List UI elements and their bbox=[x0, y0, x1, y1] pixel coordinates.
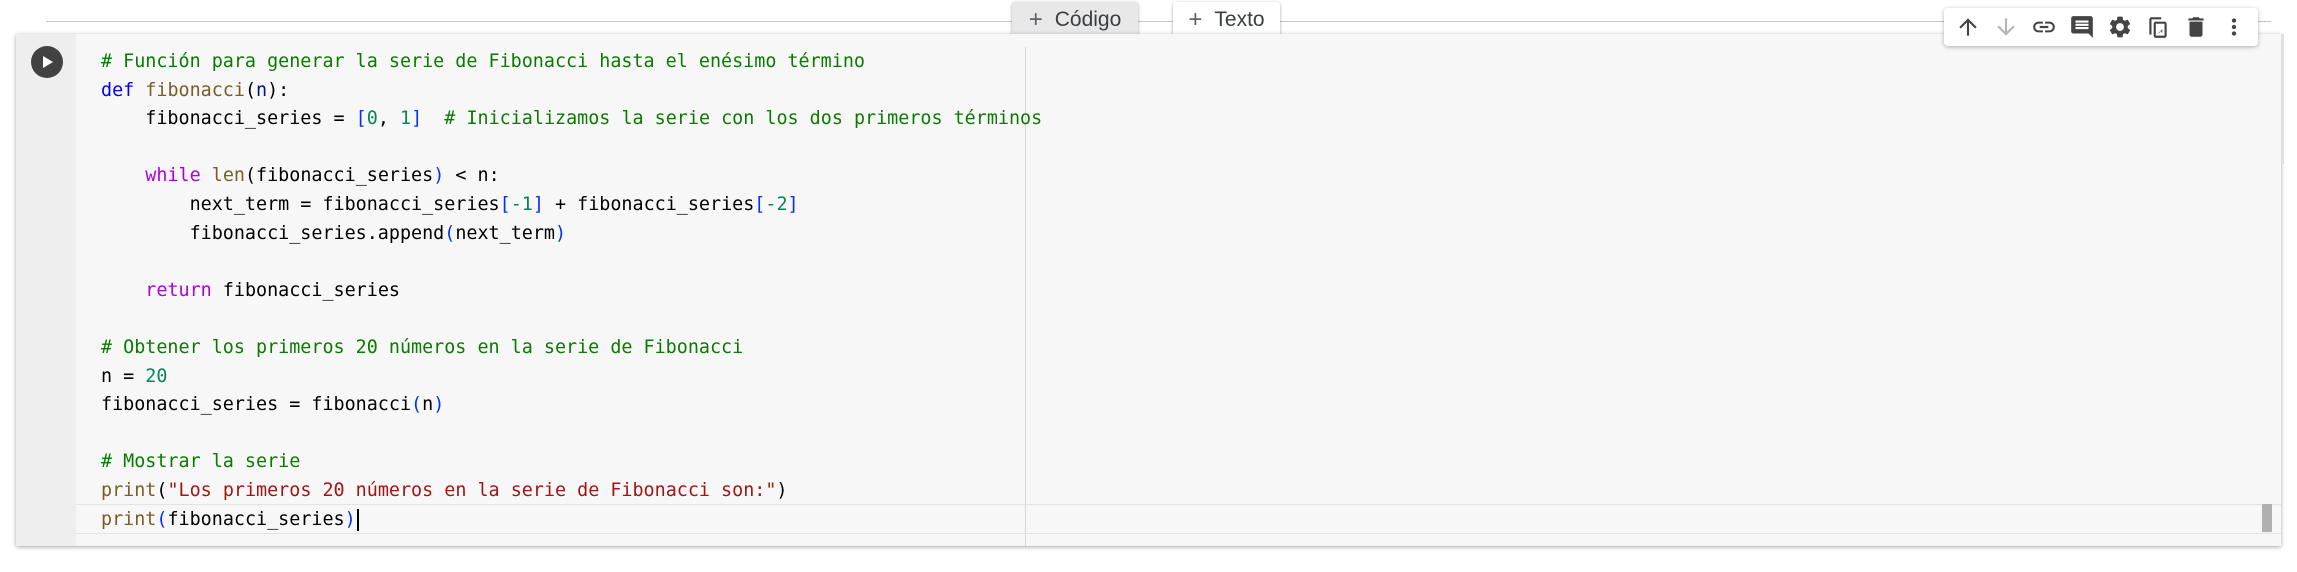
add-text-label: Texto bbox=[1214, 8, 1265, 31]
cell-toolbar bbox=[1944, 8, 2258, 46]
code-line[interactable]: fibonacci_series = [0, 1] # Inicializamo… bbox=[101, 105, 1042, 134]
code-token: n bbox=[422, 394, 434, 416]
code-line[interactable]: fibonacci_series.append(next_term) bbox=[101, 220, 1042, 249]
code-line[interactable]: fibonacci_series = fibonacci(n) bbox=[101, 391, 1042, 420]
code-token: # Mostrar la serie bbox=[101, 451, 301, 473]
arrow-down-icon bbox=[1997, 18, 2015, 36]
arrow-up-icon bbox=[1959, 18, 1977, 36]
code-token: ( bbox=[444, 222, 456, 244]
code-token: print bbox=[101, 479, 157, 501]
code-line[interactable]: # Mostrar la serie bbox=[101, 448, 1042, 477]
code-token: return bbox=[145, 279, 212, 301]
code-token: 20 bbox=[145, 365, 168, 387]
mirror-cell-icon bbox=[2149, 17, 2167, 38]
code-token: ( bbox=[411, 394, 423, 416]
code-token: ] bbox=[411, 108, 423, 130]
code-token: next_term = fibonacci_series bbox=[101, 193, 500, 215]
cell-settings-button[interactable] bbox=[2106, 13, 2134, 41]
cell-divider bbox=[46, 21, 2271, 22]
code-token: len bbox=[211, 165, 245, 187]
code-token: < n: bbox=[444, 165, 500, 187]
code-token: ] bbox=[787, 193, 799, 215]
play-icon bbox=[43, 56, 53, 68]
code-token: fibonacci_series bbox=[211, 279, 400, 301]
move-cell-up-button[interactable] bbox=[1954, 13, 1982, 41]
code-token: [ bbox=[355, 108, 367, 130]
comment-icon bbox=[2071, 16, 2093, 38]
code-line[interactable]: while len(fibonacci_series) < n: bbox=[101, 162, 1042, 191]
vertical-scrollbar[interactable] bbox=[2281, 34, 2284, 164]
code-text[interactable]: # Función para generar la serie de Fibon… bbox=[101, 48, 1042, 534]
code-token: fibonacci_series.append bbox=[101, 222, 445, 244]
code-token: while bbox=[145, 165, 201, 187]
code-line[interactable] bbox=[101, 134, 1042, 163]
code-token: "Los primeros 20 números en la serie de … bbox=[167, 479, 777, 501]
code-token: ) bbox=[433, 165, 445, 187]
code-token: ( bbox=[156, 479, 168, 501]
code-line[interactable]: return fibonacci_series bbox=[101, 277, 1042, 306]
code-line[interactable] bbox=[101, 305, 1042, 334]
code-line[interactable]: next_term = fibonacci_series[-1] + fibon… bbox=[101, 191, 1042, 220]
code-line[interactable] bbox=[101, 420, 1042, 449]
run-cell-button[interactable] bbox=[31, 46, 63, 78]
code-token: # Función para generar la serie de Fibon… bbox=[101, 51, 865, 72]
move-cell-down-button[interactable] bbox=[1992, 13, 2020, 41]
mirror-cell-button[interactable] bbox=[2144, 13, 2172, 41]
code-token: ) bbox=[433, 394, 445, 416]
code-line[interactable] bbox=[101, 248, 1042, 277]
comment-cell-button[interactable] bbox=[2068, 13, 2096, 41]
delete-icon bbox=[2188, 17, 2204, 37]
code-token: # Inicializamos la serie con los dos pri… bbox=[444, 108, 1043, 130]
code-token: ) bbox=[554, 222, 567, 244]
more-vert-icon bbox=[2231, 18, 2237, 36]
horizontal-scrollbar[interactable] bbox=[2262, 504, 2272, 532]
code-cell[interactable]: # Función para generar la serie de Fibon… bbox=[16, 34, 2281, 546]
code-token: -1 bbox=[510, 193, 533, 215]
code-token: def bbox=[101, 79, 135, 101]
code-editor[interactable]: # Función para generar la serie de Fibon… bbox=[76, 34, 2281, 546]
cell-gutter bbox=[16, 34, 76, 546]
code-token: [ bbox=[499, 193, 511, 215]
code-token: , bbox=[377, 108, 400, 130]
more-options-button[interactable] bbox=[2220, 13, 2248, 41]
code-line[interactable]: print("Los primeros 20 números en la ser… bbox=[101, 477, 1042, 506]
code-token: fibonacci bbox=[145, 79, 245, 101]
code-token: ) bbox=[776, 479, 788, 501]
code-token: 0 bbox=[366, 108, 378, 130]
code-token: ( bbox=[244, 79, 257, 101]
code-line[interactable]: # Función para generar la serie de Fibon… bbox=[101, 48, 1042, 77]
add-text-button[interactable]: + Texto bbox=[1173, 2, 1280, 38]
add-code-button[interactable]: + Código bbox=[1012, 2, 1138, 38]
code-token: fibonacci_series = fibonacci bbox=[101, 394, 412, 416]
code-line[interactable]: n = 20 bbox=[101, 363, 1042, 392]
plus-icon: + bbox=[1188, 6, 1203, 33]
code-token: n bbox=[256, 79, 268, 101]
link-icon bbox=[2033, 21, 2055, 33]
code-line[interactable]: def fibonacci(n): bbox=[101, 77, 1042, 106]
delete-cell-button[interactable] bbox=[2182, 13, 2210, 41]
plus-icon: + bbox=[1028, 6, 1043, 33]
add-code-label: Código bbox=[1054, 8, 1122, 31]
code-token: + fibonacci_series bbox=[543, 193, 755, 215]
code-token: 1 bbox=[399, 108, 412, 130]
code-token: -2 bbox=[765, 193, 788, 215]
code-token: ] bbox=[532, 193, 544, 215]
gear-icon bbox=[2109, 16, 2131, 38]
code-token: # Obtener los primeros 20 números en la … bbox=[101, 336, 744, 358]
code-token: (fibonacci_series bbox=[244, 165, 434, 187]
active-line-highlight bbox=[76, 504, 2281, 534]
code-token: next_term bbox=[455, 222, 555, 244]
code-token: n = bbox=[101, 365, 146, 387]
link-cell-button[interactable] bbox=[2030, 13, 2058, 41]
code-token: [ bbox=[754, 193, 766, 215]
code-token: fibonacci_series = bbox=[101, 108, 356, 130]
code-token: ): bbox=[267, 79, 290, 101]
code-line[interactable]: # Obtener los primeros 20 números en la … bbox=[101, 334, 1042, 363]
